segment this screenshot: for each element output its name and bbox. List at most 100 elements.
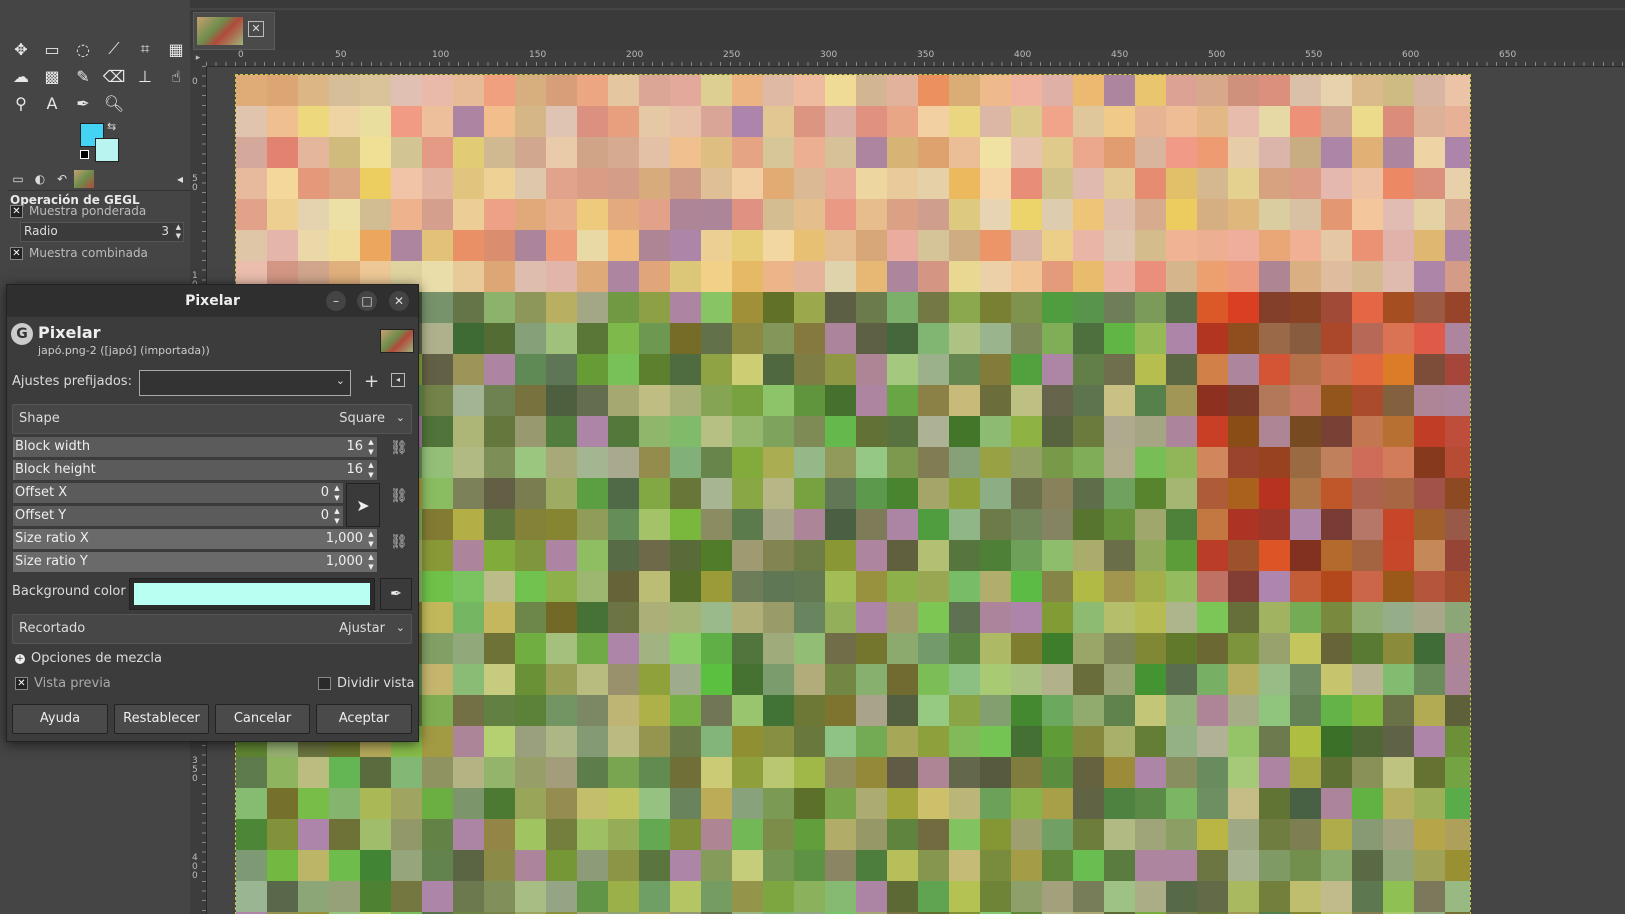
blend-options-expander[interactable]: + Opciones de mezcla bbox=[15, 651, 162, 666]
spin-arrows-icon[interactable]: ▲ ▼ bbox=[366, 552, 376, 572]
radius-label: Radio bbox=[24, 224, 58, 238]
chain-link-icon[interactable]: ⛓ bbox=[390, 440, 408, 480]
background-color-label: Background color bbox=[12, 584, 126, 599]
close-icon[interactable]: ✕ bbox=[389, 291, 409, 311]
quick-mask-toggle-icon[interactable]: ▸ bbox=[190, 50, 206, 66]
dialog-titlebar[interactable]: Pixelar – □ ✕ bbox=[7, 285, 418, 317]
chain-link-icon[interactable]: ⛓ bbox=[390, 534, 408, 574]
ruler-tick-label: 550 bbox=[1305, 50, 1323, 60]
color-picker-icon[interactable]: ✒ bbox=[380, 578, 412, 610]
merged-sample-checkbox[interactable]: ✕ bbox=[10, 246, 23, 260]
shape-label: Shape bbox=[19, 411, 60, 426]
fuzzy-select-tool-icon[interactable]: ⟋ bbox=[101, 36, 127, 62]
maximize-icon[interactable]: □ bbox=[357, 291, 377, 311]
minimize-icon[interactable]: – bbox=[326, 291, 346, 311]
presets-combobox[interactable]: ⌄ bbox=[139, 370, 351, 396]
image-preview-thumbnail bbox=[380, 329, 414, 353]
ruler-tick-label: 450 bbox=[1111, 50, 1129, 60]
chevron-down-icon: ⌄ bbox=[335, 374, 345, 387]
help-button[interactable]: Ayuda bbox=[12, 704, 108, 734]
background-color-swatch[interactable] bbox=[95, 138, 119, 162]
radius-spinbutton[interactable]: Radio 3 ▲ ▼ bbox=[20, 222, 184, 242]
block-width-spinbutton[interactable]: Block width 16 ▲ ▼ bbox=[12, 436, 378, 458]
shape-value: Square bbox=[339, 411, 385, 426]
block-height-value: 16 bbox=[346, 462, 363, 477]
ruler-tick-label: 300 bbox=[820, 50, 838, 60]
image-tab-strip bbox=[190, 10, 1625, 50]
cancel-button[interactable]: Cancelar bbox=[215, 704, 310, 734]
unified-transform-tool-icon[interactable]: ▦ bbox=[163, 36, 189, 62]
block-height-spinbutton[interactable]: Block height 16 ▲ ▼ bbox=[12, 459, 378, 481]
offset-x-spinbutton[interactable]: Offset X 0 ▲ ▼ bbox=[12, 482, 344, 504]
operation-title: Pixelar bbox=[38, 323, 101, 342]
reset-button[interactable]: Restablecer bbox=[114, 704, 209, 734]
preview-checkbox[interactable]: ✕ bbox=[15, 677, 28, 690]
image-thumbnail bbox=[197, 17, 243, 45]
offset-y-value: 0 bbox=[320, 508, 329, 523]
split-view-toggle[interactable]: Dividir vista bbox=[318, 676, 414, 691]
ruler-tick-label: 350 bbox=[917, 50, 935, 60]
image-tab[interactable]: ✕ bbox=[193, 12, 275, 50]
operation-subtitle: japó.png-2 ([japó] (importada)) bbox=[38, 344, 210, 357]
undo-history-tab-icon[interactable]: ↶ bbox=[52, 170, 72, 188]
spin-arrows-icon[interactable]: ▲ ▼ bbox=[332, 483, 342, 503]
zoom-tool-icon[interactable]: 🔍︎ bbox=[101, 90, 127, 116]
paths-tool-icon[interactable]: ⚲ bbox=[8, 90, 34, 116]
ruler-tick-label: 0 bbox=[238, 50, 244, 60]
paintbrush-tool-icon[interactable]: ✎ bbox=[70, 63, 96, 89]
shape-combobox[interactable]: Shape Square ⌄ bbox=[12, 404, 412, 434]
eraser-tool-icon[interactable]: ⌫ bbox=[101, 63, 127, 89]
weighted-sample-row[interactable]: ✕ Muestra ponderada bbox=[10, 204, 146, 218]
offset-y-spinbutton[interactable]: Offset Y 0 ▲ ▼ bbox=[12, 505, 344, 527]
blend-options-label: Opciones de mezcla bbox=[31, 651, 162, 666]
size-ratio-x-spinbutton[interactable]: Size ratio X 1,000 ▲ ▼ bbox=[12, 528, 378, 550]
radius-arrows-icon[interactable]: ▲ ▼ bbox=[176, 223, 181, 241]
ok-button[interactable]: Aceptar bbox=[316, 704, 412, 734]
ruler-tick-label: 250 bbox=[723, 50, 741, 60]
warp-tool-icon[interactable]: ☁ bbox=[8, 63, 34, 89]
chevron-down-icon: ⌄ bbox=[395, 411, 405, 424]
tool-options-tab-icon[interactable]: ▭ bbox=[8, 170, 28, 188]
ruler-tick-label: 350 bbox=[192, 756, 198, 784]
radius-value: 3 bbox=[161, 224, 169, 238]
images-tab-icon[interactable] bbox=[74, 170, 94, 188]
close-tab-icon[interactable]: ✕ bbox=[248, 21, 264, 37]
pick-offset-pointer-icon[interactable]: ➤ bbox=[346, 483, 380, 527]
ruler-tick-label: 400 bbox=[192, 853, 198, 881]
merged-sample-row[interactable]: ✕ Muestra combinada bbox=[10, 246, 148, 260]
block-width-label: Block width bbox=[15, 439, 91, 454]
spin-arrows-icon[interactable]: ▲ ▼ bbox=[366, 460, 376, 480]
swap-colors-icon[interactable]: ⇆ bbox=[107, 120, 116, 133]
weighted-sample-checkbox[interactable]: ✕ bbox=[10, 204, 23, 218]
spin-arrows-icon[interactable]: ▲ ▼ bbox=[366, 437, 376, 457]
ruler-tick-label: 500 bbox=[1208, 50, 1226, 60]
reset-colors-icon[interactable] bbox=[80, 150, 89, 159]
text-tool-icon[interactable]: A bbox=[39, 90, 65, 116]
move-tool-icon[interactable]: ✥ bbox=[8, 36, 34, 62]
crop-tool-icon[interactable]: ⌗ bbox=[132, 36, 158, 62]
block-height-label: Block height bbox=[15, 462, 96, 477]
background-color-button[interactable] bbox=[129, 578, 375, 610]
dock-menu-icon[interactable]: ◂ bbox=[170, 170, 190, 188]
gradient-tool-icon[interactable]: ▩ bbox=[39, 63, 65, 89]
size-ratio-y-label: Size ratio Y bbox=[15, 554, 88, 569]
preview-toggle[interactable]: ✕ Vista previa bbox=[15, 676, 111, 691]
image-canvas[interactable] bbox=[235, 74, 1471, 914]
presets-menu-icon[interactable]: ◂ bbox=[391, 373, 405, 387]
spin-arrows-icon[interactable]: ▲ ▼ bbox=[332, 506, 342, 526]
chain-link-icon[interactable]: ⛓ bbox=[390, 488, 408, 528]
split-view-checkbox[interactable] bbox=[318, 677, 331, 690]
device-status-tab-icon[interactable]: ◐ bbox=[30, 170, 50, 188]
color-picker-tool-icon[interactable]: ✒ bbox=[70, 90, 96, 116]
clone-tool-icon[interactable]: ⊥ bbox=[132, 63, 158, 89]
size-ratio-y-spinbutton[interactable]: Size ratio Y 1,000 ▲ ▼ bbox=[12, 551, 378, 573]
rect-select-tool-icon[interactable]: ▭ bbox=[39, 36, 65, 62]
add-preset-icon[interactable]: + bbox=[364, 371, 379, 392]
lasso-tool-icon[interactable]: ◌ bbox=[70, 36, 96, 62]
offset-x-value: 0 bbox=[320, 485, 329, 500]
spin-arrows-icon[interactable]: ▲ ▼ bbox=[366, 529, 376, 549]
clipping-combobox[interactable]: Recortado Ajustar ⌄ bbox=[12, 614, 412, 644]
chevron-down-icon: ⌄ bbox=[395, 621, 405, 634]
expander-plus-icon: + bbox=[15, 653, 25, 664]
smudge-tool-icon[interactable]: ☝ bbox=[163, 63, 189, 89]
